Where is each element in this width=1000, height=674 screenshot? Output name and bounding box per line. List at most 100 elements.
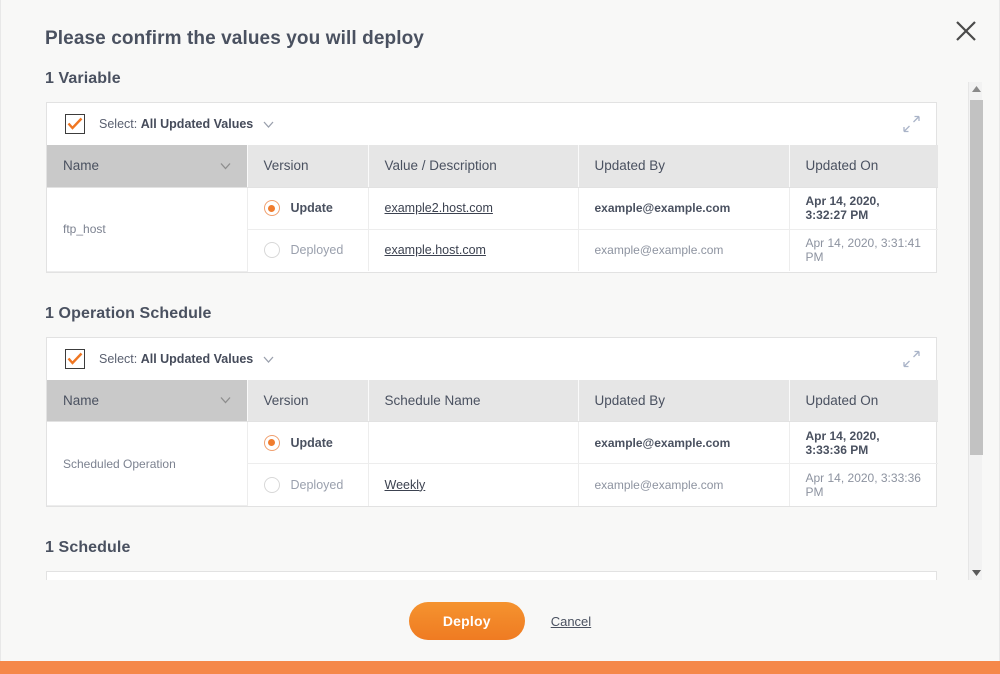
select-all-checkbox[interactable] bbox=[65, 114, 85, 134]
section-title: 1 Schedule bbox=[0, 539, 968, 557]
version-radio-update[interactable] bbox=[264, 200, 280, 216]
column-header-updated-on[interactable]: Updated On bbox=[789, 380, 938, 422]
section-gap bbox=[0, 507, 968, 539]
expand-icon[interactable] bbox=[903, 116, 920, 133]
version-label: Update bbox=[291, 201, 333, 215]
select-value: All Updated Values bbox=[141, 352, 254, 366]
column-header-version[interactable]: Version bbox=[247, 145, 368, 187]
values-table: Name Version Schedule Name Updated By Update… bbox=[47, 380, 938, 507]
column-header-label: Version bbox=[264, 158, 309, 173]
version-cell: Update bbox=[247, 187, 368, 229]
updated-on-text: Apr 14, 2020, 3:33:36 PM bbox=[806, 471, 921, 499]
expand-icon[interactable] bbox=[903, 350, 920, 367]
updated-on-text: Apr 14, 2020, 3:32:27 PM bbox=[806, 194, 880, 222]
updated-by-text: example@example.com bbox=[595, 436, 731, 450]
column-header-label: Schedule Name bbox=[385, 393, 481, 408]
version-label: Deployed bbox=[291, 478, 344, 492]
section-panel: Select: All Updated Values Name Version Sch… bbox=[46, 337, 937, 508]
version-radio-deployed[interactable] bbox=[264, 242, 280, 258]
updated-on-cell: Apr 14, 2020, 3:33:36 PM bbox=[789, 464, 938, 506]
row-name-cell: ftp_host bbox=[47, 187, 247, 271]
value-link[interactable]: example2.host.com bbox=[385, 201, 493, 215]
section-title: 1 Variable bbox=[0, 70, 968, 88]
row-name-cell: Scheduled Operation bbox=[47, 422, 247, 506]
column-header-name[interactable]: Name bbox=[47, 145, 247, 187]
column-header-label: Version bbox=[264, 393, 309, 408]
select-prefix: Select: bbox=[99, 117, 137, 131]
version-radio-update[interactable] bbox=[264, 435, 280, 451]
value-link[interactable]: Weekly bbox=[385, 478, 426, 492]
version-radio-deployed[interactable] bbox=[264, 477, 280, 493]
updated-by-cell: example@example.com bbox=[578, 229, 789, 271]
column-header-label: Updated By bbox=[595, 393, 666, 408]
updated-by-text: example@example.com bbox=[595, 478, 724, 492]
value-cell bbox=[368, 422, 578, 464]
dialog-scroll-viewport: 1 Variable Select: All Updated Values Name… bbox=[0, 70, 968, 580]
updated-by-text: example@example.com bbox=[595, 243, 724, 257]
value-cell: Weekly bbox=[368, 464, 578, 506]
column-header-name[interactable]: Name bbox=[47, 380, 247, 422]
section-panel: Select: All Updated Values bbox=[46, 571, 937, 580]
column-header-updated-by[interactable]: Updated By bbox=[578, 380, 789, 422]
caret-down-icon[interactable] bbox=[969, 566, 983, 580]
column-header-label: Name bbox=[63, 393, 99, 408]
updated-on-text: Apr 14, 2020, 3:31:41 PM bbox=[806, 236, 921, 264]
chevron-down-icon[interactable] bbox=[263, 121, 274, 128]
column-header-label: Updated On bbox=[806, 158, 879, 173]
panel-toolbar: Select: All Updated Values bbox=[47, 103, 936, 145]
column-header-value-description[interactable]: Value / Description bbox=[368, 145, 578, 187]
select-value: All Updated Values bbox=[141, 117, 254, 131]
dialog-footer: Deploy Cancel bbox=[0, 586, 1000, 656]
updated-by-cell: example@example.com bbox=[578, 464, 789, 506]
table-row: Scheduled OperationUpdateexample@example… bbox=[47, 422, 938, 464]
bottom-accent-bar bbox=[0, 661, 1000, 674]
value-link[interactable]: example.host.com bbox=[385, 243, 486, 257]
section-3: 1 Schedule Select: All Updated Values bbox=[0, 539, 968, 580]
close-icon[interactable] bbox=[950, 15, 982, 47]
column-header-schedule-name[interactable]: Schedule Name bbox=[368, 380, 578, 422]
version-cell: Deployed bbox=[247, 464, 368, 506]
section-2: 1 Operation Schedule Select: All Updated … bbox=[0, 305, 968, 508]
select-filter-label[interactable]: Select: All Updated Values bbox=[99, 352, 274, 366]
sort-chevron-down-icon[interactable] bbox=[220, 397, 231, 404]
table-header-row: Name Version Schedule Name Updated By Update… bbox=[47, 380, 938, 422]
value-cell: example2.host.com bbox=[368, 187, 578, 229]
updated-by-cell: example@example.com bbox=[578, 422, 789, 464]
updated-by-text: example@example.com bbox=[595, 201, 731, 215]
select-filter-label[interactable]: Select: All Updated Values bbox=[99, 117, 274, 131]
panel-toolbar: Select: All Updated Values bbox=[47, 338, 936, 380]
panel-toolbar: Select: All Updated Values bbox=[47, 572, 936, 580]
updated-on-cell: Apr 14, 2020, 3:33:36 PM bbox=[789, 422, 938, 464]
scrollbar-thumb[interactable] bbox=[970, 100, 983, 455]
column-header-version[interactable]: Version bbox=[247, 380, 368, 422]
section-1: 1 Variable Select: All Updated Values Name… bbox=[0, 70, 968, 273]
version-cell: Deployed bbox=[247, 229, 368, 271]
caret-up-icon[interactable] bbox=[969, 82, 983, 96]
select-prefix: Select: bbox=[99, 352, 137, 366]
deploy-button[interactable]: Deploy bbox=[409, 602, 525, 640]
column-header-updated-on[interactable]: Updated On bbox=[789, 145, 938, 187]
column-header-label: Updated On bbox=[806, 393, 879, 408]
column-header-updated-by[interactable]: Updated By bbox=[578, 145, 789, 187]
version-label: Deployed bbox=[291, 243, 344, 257]
version-cell: Update bbox=[247, 422, 368, 464]
cancel-button[interactable]: Cancel bbox=[551, 614, 591, 629]
section-gap bbox=[0, 273, 968, 305]
chevron-down-icon[interactable] bbox=[263, 356, 274, 363]
column-header-label: Name bbox=[63, 158, 99, 173]
select-all-checkbox[interactable] bbox=[65, 349, 85, 369]
updated-on-text: Apr 14, 2020, 3:33:36 PM bbox=[806, 429, 880, 457]
table-row: ftp_hostUpdateexample2.host.comexample@e… bbox=[47, 187, 938, 229]
sections-container: 1 Variable Select: All Updated Values Name… bbox=[0, 70, 968, 580]
column-header-label: Value / Description bbox=[385, 158, 497, 173]
table-header-row: Name Version Value / Description Updated By… bbox=[47, 145, 938, 187]
page-title: Please confirm the values you will deplo… bbox=[45, 28, 424, 50]
values-table: Name Version Value / Description Updated By… bbox=[47, 145, 938, 272]
updated-on-cell: Apr 14, 2020, 3:31:41 PM bbox=[789, 229, 938, 271]
section-panel: Select: All Updated Values Name Version Val… bbox=[46, 102, 937, 273]
vertical-scrollbar[interactable] bbox=[968, 82, 982, 580]
sort-chevron-down-icon[interactable] bbox=[220, 162, 231, 169]
updated-on-cell: Apr 14, 2020, 3:32:27 PM bbox=[789, 187, 938, 229]
updated-by-cell: example@example.com bbox=[578, 187, 789, 229]
section-title: 1 Operation Schedule bbox=[0, 305, 968, 323]
